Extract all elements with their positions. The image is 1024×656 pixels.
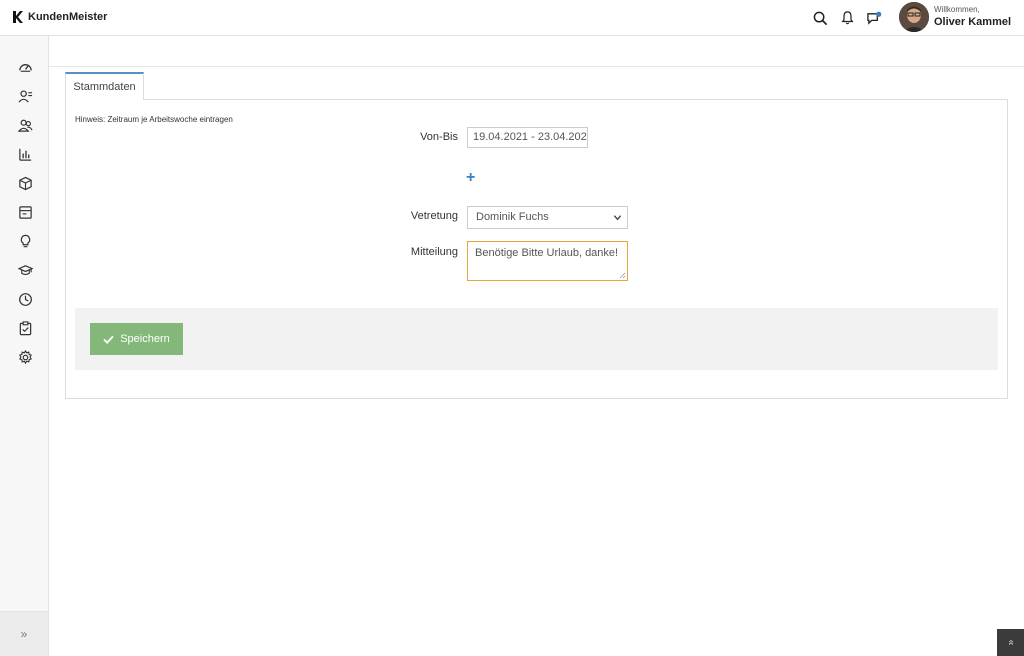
sidebar-expand-button[interactable]: » (0, 611, 48, 656)
sidebar: » (0, 36, 49, 656)
mitteilung-value: Benötige Bitte Urlaub, danke! (475, 247, 619, 259)
vertretung-value: Dominik Fuchs (476, 211, 549, 223)
von-bis-label: Von-Bis (420, 131, 458, 143)
tab-stammdaten[interactable]: Stammdaten (65, 72, 144, 100)
date-range-field[interactable]: 19.04.2021 - 23.04.2021 (467, 127, 588, 148)
settings-icon[interactable] (15, 347, 35, 367)
notification-dot (876, 11, 882, 17)
logo-icon (13, 11, 23, 23)
save-button-label: Speichern (120, 333, 170, 345)
scroll-to-top-button[interactable]: » (997, 629, 1024, 656)
welcome-text: Willkommen, (934, 5, 980, 14)
form-footer (75, 308, 998, 370)
resize-grip-icon[interactable] (619, 272, 626, 279)
top-header: KundenMeister Willkommen, Oliver Kammel (0, 0, 1024, 36)
app-name: KundenMeister (28, 11, 108, 23)
lightbulb-icon[interactable] (15, 231, 35, 251)
app-logo[interactable]: KundenMeister (12, 10, 107, 24)
search-icon[interactable] (811, 9, 829, 27)
content-subbar (49, 36, 1024, 67)
mitteilung-textarea[interactable]: Benötige Bitte Urlaub, danke! (467, 241, 628, 281)
bell-icon[interactable] (838, 9, 856, 27)
mitteilung-label: Mitteilung (410, 246, 458, 258)
vertretung-label: Vetretung (410, 210, 458, 222)
add-period-button[interactable]: + (466, 169, 475, 187)
save-button[interactable]: Speichern (90, 323, 183, 355)
box-icon[interactable] (15, 173, 35, 193)
bar-chart-icon[interactable] (15, 144, 35, 164)
chevron-down-icon (613, 215, 622, 221)
hint-text: Hinweis: Zeitraum je Arbeitswoche eintra… (75, 115, 233, 124)
chat-icon[interactable] (865, 9, 883, 27)
clock-icon[interactable] (15, 289, 35, 309)
double-chevron-up-icon: » (1005, 639, 1016, 646)
user-name[interactable]: Oliver Kammel (934, 16, 1011, 28)
contact-list-icon[interactable] (15, 86, 35, 106)
users-icon[interactable] (15, 115, 35, 135)
clipboard-icon[interactable] (15, 318, 35, 338)
archive-icon[interactable] (15, 202, 35, 222)
vertretung-select[interactable]: Dominik Fuchs (467, 206, 628, 229)
avatar[interactable] (899, 2, 929, 32)
graduation-cap-icon[interactable] (15, 260, 35, 280)
dashboard-icon[interactable] (15, 57, 35, 77)
checkmark-icon (103, 335, 114, 344)
